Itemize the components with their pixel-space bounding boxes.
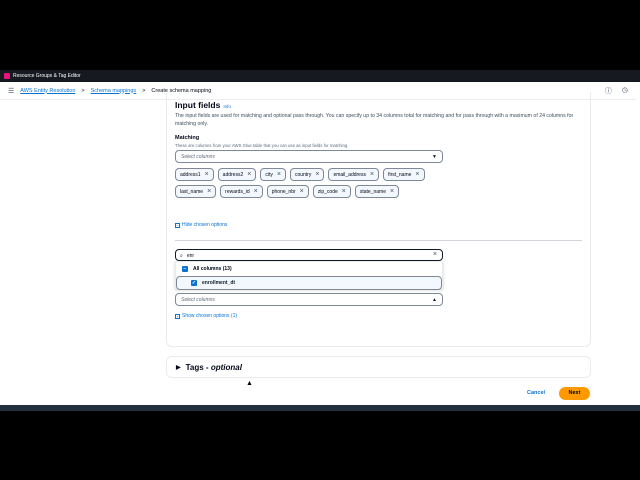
menu-icon[interactable]: ☰	[8, 87, 14, 95]
input-fields-panel: Input fields Info The input fields are us…	[166, 92, 591, 347]
mouse-cursor-icon: ▲	[246, 380, 253, 387]
column-token: email_address ×	[328, 168, 380, 181]
tags-expander[interactable]: ▶ Tags - optional	[166, 356, 591, 378]
remove-icon[interactable]: ×	[205, 171, 209, 178]
scrollbar[interactable]	[636, 82, 640, 405]
option-label: enrollment_dt	[202, 280, 236, 286]
remove-icon[interactable]: ×	[415, 171, 419, 178]
remove-icon[interactable]: ×	[207, 188, 211, 195]
remove-icon[interactable]: ×	[247, 171, 251, 178]
token-label: state_name	[359, 188, 386, 195]
column-token: zip_code ×	[312, 185, 351, 198]
breadcrumb-entity-resolution[interactable]: AWS Entity Resolution	[20, 88, 75, 94]
column-token: last_name ×	[175, 185, 217, 198]
show-chosen-options-link[interactable]: + Show chosen options (1)	[175, 313, 237, 319]
matching-description: These are columns from your AWS Glue tab…	[175, 143, 349, 148]
token-label: address2	[222, 171, 244, 178]
remove-icon[interactable]: ×	[277, 171, 281, 178]
collapse-icon: −	[175, 222, 180, 228]
token-label: last_name	[180, 188, 204, 195]
hide-chosen-options-link[interactable]: − Hide chosen options	[175, 222, 227, 228]
token-label: phone_nbr	[271, 188, 296, 195]
token-label: city	[265, 171, 273, 178]
app-logo-icon	[4, 73, 10, 79]
token-label: zip_code	[317, 188, 338, 195]
next-button[interactable]: Next	[559, 387, 590, 400]
remove-icon[interactable]: ×	[390, 188, 394, 195]
top-bar: Resource Groups & Tag Editor	[0, 70, 640, 82]
caret-right-icon: ▶	[176, 364, 181, 371]
chevron-right-icon: >	[81, 87, 85, 94]
expand-icon: +	[175, 313, 180, 319]
select-placeholder: Select columns	[181, 297, 215, 303]
main-content: ☰ AWS Entity Resolution > Schema mapping…	[0, 82, 636, 405]
tags-optional: optional	[210, 362, 242, 372]
column-token: state_name ×	[354, 185, 400, 198]
app-title: Resource Groups & Tag Editor	[13, 73, 81, 79]
clock-icon[interactable]: ◷	[622, 86, 628, 96]
token-label: country	[294, 171, 312, 178]
link-label: Show chosen options (1)	[182, 313, 238, 319]
all-columns-option[interactable]: − All columns (13)	[176, 262, 442, 276]
tags-label: Tags - optional	[186, 363, 242, 372]
section-description: The input fields are used for matching a…	[175, 113, 574, 127]
column-option[interactable]: ✓ enrollment_dt	[176, 276, 442, 290]
column-search-input[interactable]: ⌕ enr ×	[175, 249, 443, 261]
link-label: Hide chosen options	[182, 222, 228, 228]
remove-icon[interactable]: ×	[254, 188, 258, 195]
matching-tokens: address1 × address2 × city × country × email_add…	[175, 168, 455, 198]
cancel-button[interactable]: Cancel	[527, 390, 545, 396]
remove-icon[interactable]: ×	[342, 188, 346, 195]
section-title: Input fields Info	[175, 100, 231, 110]
remove-icon[interactable]: ×	[300, 188, 304, 195]
clear-icon[interactable]: ×	[433, 251, 437, 258]
info-icon[interactable]: ⓘ	[605, 86, 612, 96]
token-label: rewards_id	[225, 188, 250, 195]
chevron-right-icon: >	[142, 87, 146, 94]
column-token: country ×	[289, 168, 325, 181]
passthrough-select[interactable]: Select columns ▲	[175, 293, 443, 306]
remove-icon[interactable]: ×	[370, 171, 374, 178]
search-icon: ⌕	[180, 252, 183, 259]
matching-label: Matching	[175, 135, 200, 141]
column-token: address1 ×	[175, 168, 214, 181]
option-label: All columns (13)	[193, 266, 232, 272]
info-link[interactable]: Info	[223, 104, 231, 109]
column-token: city ×	[260, 168, 286, 181]
caret-down-icon: ▼	[432, 154, 437, 160]
matching-select[interactable]: Select columns ▼	[175, 150, 443, 163]
select-placeholder: Select columns	[181, 154, 215, 160]
indeterminate-checkbox-icon[interactable]: −	[182, 266, 188, 272]
column-token: rewards_id ×	[220, 185, 263, 198]
column-token: phone_nbr ×	[266, 185, 309, 198]
footer-bar	[0, 405, 640, 411]
remove-icon[interactable]: ×	[315, 171, 319, 178]
checkbox-checked-icon[interactable]: ✓	[191, 280, 197, 286]
token-label: address1	[180, 171, 201, 178]
tags-text: Tags -	[185, 362, 211, 372]
caret-up-icon: ▲	[432, 297, 437, 303]
search-value: enr	[186, 252, 195, 259]
column-token: first_name ×	[383, 168, 425, 181]
token-label: email_address	[333, 171, 366, 178]
token-label: first_name	[388, 171, 412, 178]
breadcrumb-schema-mappings[interactable]: Schema mappings	[91, 88, 137, 94]
column-dropdown: − All columns (13) ✓ enrollment_dt	[175, 261, 443, 290]
column-token: address2 ×	[217, 168, 257, 181]
divider	[175, 240, 582, 241]
